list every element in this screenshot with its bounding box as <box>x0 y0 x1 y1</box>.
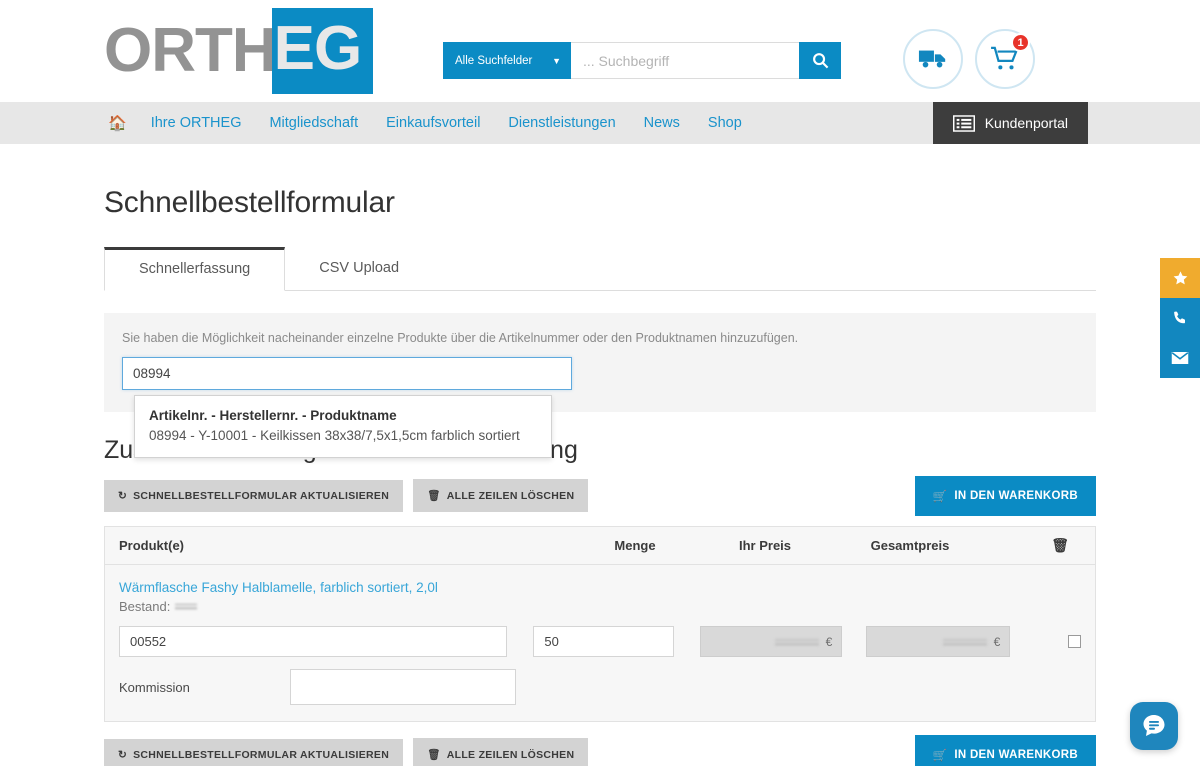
refresh-form-label-top: SCHNELLBESTELLFORMULAR AKTUALISIEREN <box>133 489 390 502</box>
refresh-form-button-bottom[interactable]: ↻ SCHNELLBESTELLFORMULAR AKTUALISIEREN <box>104 738 404 766</box>
header-icon-group: 1 <box>903 29 1035 89</box>
add-to-cart-label-bottom: IN DEN WARENKORB <box>954 748 1078 761</box>
stock-value-redacted <box>175 602 198 611</box>
tab-csv-upload[interactable]: CSV Upload <box>285 247 433 291</box>
product-name-link[interactable]: Wärmflasche Fashy Halblamelle, farblich … <box>119 580 438 595</box>
search-button[interactable] <box>799 42 841 79</box>
column-header-total-price: Gesamtpreis <box>870 538 950 553</box>
total-price-field: € <box>866 626 1011 657</box>
row-select-checkbox[interactable] <box>1068 635 1081 648</box>
cart-count-badge: 1 <box>1011 33 1030 52</box>
form-tabs: Schnellerfassung CSV Upload <box>104 246 1096 291</box>
add-to-cart-label-top: IN DEN WARENKORB <box>954 489 1078 502</box>
your-price-value-redacted <box>774 636 819 647</box>
delete-all-rows-button-bottom[interactable]: 🗑 ALLE ZEILEN LÖSCHEN <box>413 738 589 766</box>
search-field-select[interactable]: Alle Suchfelder ▼ <box>443 42 571 79</box>
nav-item-ihre-ortheg[interactable]: Ihre ORTHEG <box>137 115 256 131</box>
bottom-action-row: ↻ SCHNELLBESTELLFORMULAR AKTUALISIEREN 🗑… <box>104 734 1096 766</box>
cart-button[interactable]: 1 <box>975 29 1035 89</box>
kundenportal-label: Kundenportal <box>984 115 1068 131</box>
your-price-currency: € <box>825 634 833 649</box>
main-content: Schnellbestellformular Schnellerfassung … <box>0 186 1200 766</box>
favorites-tab[interactable] <box>1160 258 1200 298</box>
list-icon <box>952 114 975 132</box>
column-header-your-price: Ihr Preis <box>738 538 792 553</box>
delete-all-rows-button-top[interactable]: 🗑 ALLE ZEILEN LÖSCHEN <box>413 479 589 512</box>
page-title: Schnellbestellformular <box>104 186 395 219</box>
search-icon <box>812 53 828 69</box>
trash-icon: 🗑 <box>427 490 441 502</box>
total-price-currency: € <box>993 634 1001 649</box>
chevron-down-icon: ▼ <box>552 55 561 66</box>
commission-label: Kommission <box>119 679 190 695</box>
phone-icon <box>1174 311 1185 324</box>
site-header: ORTH EG Alle Suchfelder ▼ 1 <box>0 0 1200 102</box>
site-logo[interactable]: ORTH EG <box>104 8 374 94</box>
nav-item-shop[interactable]: Shop <box>694 115 756 131</box>
phone-tab[interactable] <box>1160 298 1200 338</box>
search-input[interactable] <box>571 42 799 79</box>
autocomplete-header: Artikelnr. - Herstellernr. - Produktname <box>149 408 397 423</box>
search-bar: Alle Suchfelder ▼ <box>443 42 841 79</box>
commission-field-group: Kommission <box>119 669 1081 705</box>
order-summary-table: Produkt(e) Menge Ihr Preis Gesamtpreis 🗑… <box>104 526 1096 722</box>
stock-info: Bestand: <box>119 599 1081 614</box>
search-field-select-label: Alle Suchfelder <box>455 54 533 67</box>
column-header-product: Produkt(e) <box>119 538 184 553</box>
quick-entry-input[interactable] <box>122 357 572 390</box>
top-action-row: ↻ SCHNELLBESTELLFORMULAR AKTUALISIEREN 🗑… <box>104 475 1096 516</box>
cart-icon: 🛒 <box>932 749 948 762</box>
trash-icon: 🗑 <box>427 749 441 761</box>
quick-entry-hint: Sie haben die Möglichkeit nacheinander e… <box>122 331 799 345</box>
refresh-icon: ↻ <box>118 489 128 502</box>
table-header-row: Produkt(e) Menge Ihr Preis Gesamtpreis 🗑 <box>105 527 1095 565</box>
home-icon[interactable]: 🏠 <box>104 114 137 132</box>
chat-widget-button[interactable] <box>1130 702 1178 750</box>
nav-item-einkaufsvorteil[interactable]: Einkaufsvorteil <box>372 115 494 131</box>
commission-input[interactable] <box>290 669 516 705</box>
chat-icon <box>1143 715 1165 736</box>
delete-all-rows-label-top: ALLE ZEILEN LÖSCHEN <box>446 489 575 502</box>
quick-entry-panel: Sie haben die Möglichkeit nacheinander e… <box>104 313 1096 458</box>
stock-label: Bestand: <box>119 599 171 614</box>
nav-item-dienstleistungen[interactable]: Dienstleistungen <box>494 115 629 131</box>
logo-text-gray: ORTH <box>104 16 277 85</box>
nav-item-mitgliedschaft[interactable]: Mitgliedschaft <box>255 115 372 131</box>
autocomplete-item[interactable]: 08994 - Y-10001 - Keilkissen 38x38/7,5x1… <box>149 428 537 443</box>
total-price-value-redacted <box>942 636 987 647</box>
add-to-cart-button-bottom[interactable]: 🛒 IN DEN WARENKORB <box>914 734 1096 766</box>
quantity-input[interactable] <box>533 626 675 657</box>
column-header-quantity: Menge <box>614 538 656 553</box>
autocomplete-dropdown: Artikelnr. - Herstellernr. - Produktname… <box>134 395 552 458</box>
column-header-delete-icon[interactable]: 🗑 <box>985 537 1095 554</box>
add-to-cart-button-top[interactable]: 🛒 IN DEN WARENKORB <box>914 475 1096 516</box>
refresh-icon: ↻ <box>118 748 128 761</box>
nav-item-news[interactable]: News <box>630 115 694 131</box>
row-input-fields: € € <box>119 626 1081 657</box>
mail-icon <box>1171 352 1189 364</box>
main-navigation: 🏠 Ihre ORTHEG Mitgliedschaft Einkaufsvor… <box>0 102 1200 144</box>
your-price-field: € <box>700 626 843 657</box>
refresh-form-label-bottom: SCHNELLBESTELLFORMULAR AKTUALISIEREN <box>133 748 390 761</box>
side-widget-tabs <box>1160 258 1200 378</box>
logo-text-box: EG <box>271 8 374 94</box>
nav-items: 🏠 Ihre ORTHEG Mitgliedschaft Einkaufsvor… <box>0 114 756 132</box>
cart-icon: 🛒 <box>932 490 948 503</box>
delete-all-rows-label-bottom: ALLE ZEILEN LÖSCHEN <box>446 748 575 761</box>
mail-tab[interactable] <box>1160 338 1200 378</box>
truck-icon <box>918 50 946 68</box>
kundenportal-button[interactable]: Kundenportal <box>932 102 1088 144</box>
delivery-button[interactable] <box>903 29 963 89</box>
star-icon <box>1173 270 1187 284</box>
refresh-form-button-top[interactable]: ↻ SCHNELLBESTELLFORMULAR AKTUALISIEREN <box>104 479 404 512</box>
article-number-input[interactable] <box>119 626 508 657</box>
tab-schnellerfassung[interactable]: Schnellerfassung <box>104 247 286 291</box>
table-row: Wärmflasche Fashy Halblamelle, farblich … <box>105 565 1095 721</box>
